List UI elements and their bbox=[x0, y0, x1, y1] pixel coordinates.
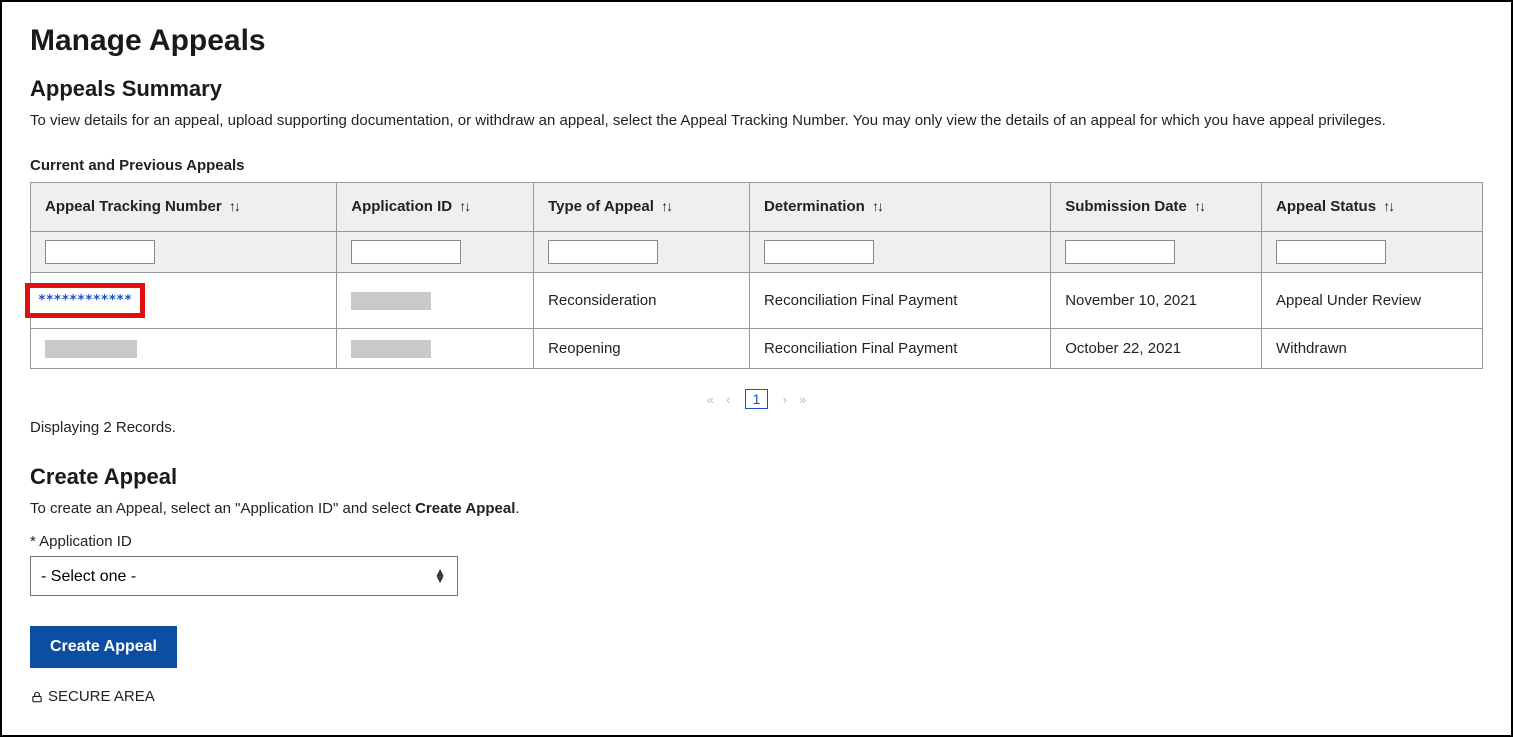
cell-type: Reopening bbox=[534, 329, 750, 369]
col-header-tracking-label: Appeal Tracking Number bbox=[45, 198, 222, 215]
table-row: ************ Reconsideration Reconciliat… bbox=[31, 273, 1483, 329]
tracking-redacted bbox=[45, 340, 137, 358]
table-row: Reopening Reconciliation Final Payment O… bbox=[31, 329, 1483, 369]
cell-status: Appeal Under Review bbox=[1262, 273, 1483, 329]
page-title: Manage Appeals bbox=[30, 24, 1483, 58]
pager-first-icon[interactable]: « bbox=[707, 392, 714, 407]
col-header-app-id[interactable]: Application ID ↑↓ bbox=[337, 183, 534, 232]
app-id-redacted bbox=[351, 292, 431, 310]
create-instructions: To create an Appeal, select an "Applicat… bbox=[30, 500, 1483, 517]
sort-icon: ↑↓ bbox=[661, 198, 671, 214]
filter-app-id[interactable] bbox=[351, 240, 461, 264]
create-section: Create Appeal To create an Appeal, selec… bbox=[30, 464, 1483, 668]
pager: « ‹ 1 › » bbox=[30, 389, 1483, 409]
appeals-table: Appeal Tracking Number ↑↓ Application ID… bbox=[30, 182, 1483, 369]
summary-intro: To view details for an appeal, upload su… bbox=[30, 112, 1483, 129]
col-header-determination-label: Determination bbox=[764, 198, 865, 215]
sort-icon: ↑↓ bbox=[1194, 198, 1204, 214]
create-instr-bold: Create Appeal bbox=[415, 500, 515, 517]
filter-submission[interactable] bbox=[1065, 240, 1175, 264]
tracking-number-link[interactable]: ************ bbox=[25, 283, 145, 318]
cell-status: Withdrawn bbox=[1262, 329, 1483, 369]
cell-type: Reconsideration bbox=[534, 273, 750, 329]
col-header-tracking[interactable]: Appeal Tracking Number ↑↓ bbox=[31, 183, 337, 232]
create-heading: Create Appeal bbox=[30, 464, 1483, 490]
pager-prev-icon[interactable]: ‹ bbox=[726, 392, 730, 407]
page-container: Manage Appeals Appeals Summary To view d… bbox=[0, 0, 1513, 737]
col-header-status[interactable]: Appeal Status ↑↓ bbox=[1262, 183, 1483, 232]
col-header-type-label: Type of Appeal bbox=[548, 198, 654, 215]
col-header-submission[interactable]: Submission Date ↑↓ bbox=[1051, 183, 1262, 232]
summary-heading: Appeals Summary bbox=[30, 76, 1483, 102]
col-header-determination[interactable]: Determination ↑↓ bbox=[749, 183, 1050, 232]
cell-submission: November 10, 2021 bbox=[1051, 273, 1262, 329]
table-filter-row bbox=[31, 232, 1483, 273]
pager-last-icon[interactable]: » bbox=[799, 392, 806, 407]
app-id-redacted bbox=[351, 340, 431, 358]
app-id-select-wrap: - Select one - ▲▼ bbox=[30, 556, 458, 596]
sort-icon: ↑↓ bbox=[872, 198, 882, 214]
create-appeal-button[interactable]: Create Appeal bbox=[30, 626, 177, 668]
col-header-submission-label: Submission Date bbox=[1065, 198, 1187, 215]
col-header-status-label: Appeal Status bbox=[1276, 198, 1376, 215]
filter-type[interactable] bbox=[548, 240, 658, 264]
secure-area-text: SECURE AREA bbox=[48, 688, 155, 705]
table-label: Current and Previous Appeals bbox=[30, 157, 1483, 174]
filter-tracking[interactable] bbox=[45, 240, 155, 264]
pager-current[interactable]: 1 bbox=[745, 389, 769, 409]
col-header-type[interactable]: Type of Appeal ↑↓ bbox=[534, 183, 750, 232]
records-count: Displaying 2 Records. bbox=[30, 419, 1483, 436]
pager-next-icon[interactable]: › bbox=[783, 392, 787, 407]
secure-area: SECURE AREA bbox=[30, 688, 1483, 705]
filter-status[interactable] bbox=[1276, 240, 1386, 264]
create-instr-suffix: . bbox=[515, 500, 519, 517]
app-id-label: * Application ID bbox=[30, 533, 1483, 550]
create-instr-prefix: To create an Appeal, select an "Applicat… bbox=[30, 500, 415, 517]
sort-icon: ↑↓ bbox=[1383, 198, 1393, 214]
table-header-row: Appeal Tracking Number ↑↓ Application ID… bbox=[31, 183, 1483, 232]
sort-icon: ↑↓ bbox=[229, 198, 239, 214]
app-id-select[interactable]: - Select one - bbox=[30, 556, 458, 596]
col-header-app-id-label: Application ID bbox=[351, 198, 452, 215]
cell-determination: Reconciliation Final Payment bbox=[749, 329, 1050, 369]
sort-icon: ↑↓ bbox=[459, 198, 469, 214]
cell-determination: Reconciliation Final Payment bbox=[749, 273, 1050, 329]
cell-submission: October 22, 2021 bbox=[1051, 329, 1262, 369]
filter-determination[interactable] bbox=[764, 240, 874, 264]
lock-icon bbox=[30, 690, 44, 704]
